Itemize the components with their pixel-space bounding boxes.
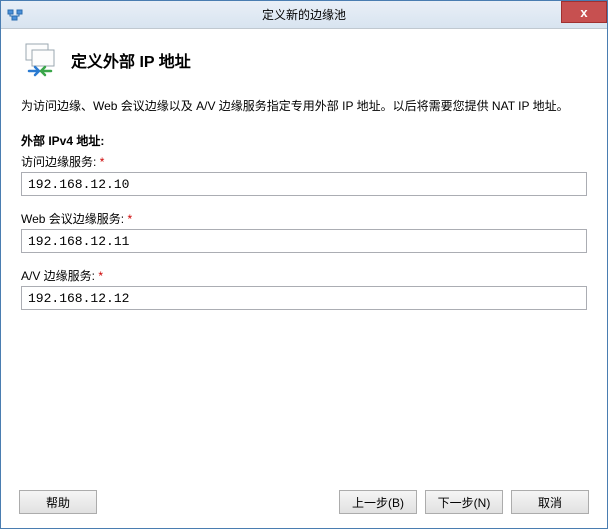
input-webconf-edge[interactable] (21, 229, 587, 253)
wizard-icon (21, 41, 59, 79)
required-mark: * (100, 155, 105, 169)
next-button[interactable]: 下一步(N) (425, 490, 503, 514)
help-button[interactable]: 帮助 (19, 490, 97, 514)
label-webconf-edge: Web 会议边缘服务: * (21, 210, 587, 227)
close-button[interactable]: x (561, 1, 607, 23)
label-access-edge: 访问边缘服务: * (21, 153, 587, 170)
section-title: 外部 IPv4 地址: (21, 132, 587, 149)
cancel-button[interactable]: 取消 (511, 490, 589, 514)
input-av-edge[interactable] (21, 286, 587, 310)
label-webconf-edge-text: Web 会议边缘服务: (21, 212, 124, 226)
label-av-edge-text: A/V 边缘服务: (21, 269, 95, 283)
title-bar: 定义新的边缘池 x (1, 1, 607, 29)
required-mark: * (127, 212, 132, 226)
app-icon (7, 7, 23, 23)
back-button[interactable]: 上一步(B) (339, 490, 417, 514)
dialog-content: 定义外部 IP 地址 为访问边缘、Web 会议边缘以及 A/V 边缘服务指定专用… (1, 29, 607, 528)
field-access-edge: 访问边缘服务: * (21, 153, 587, 196)
window-title: 定义新的边缘池 (1, 6, 607, 23)
field-av-edge: A/V 边缘服务: * (21, 267, 587, 310)
label-av-edge: A/V 边缘服务: * (21, 267, 587, 284)
page-heading: 定义外部 IP 地址 (71, 48, 191, 72)
description-text: 为访问边缘、Web 会议边缘以及 A/V 边缘服务指定专用外部 IP 地址。以后… (21, 97, 587, 114)
dialog-footer: 帮助 上一步(B) 下一步(N) 取消 (1, 480, 607, 528)
form-body: 为访问边缘、Web 会议边缘以及 A/V 边缘服务指定专用外部 IP 地址。以后… (1, 97, 607, 310)
page-header: 定义外部 IP 地址 (1, 29, 607, 97)
input-access-edge[interactable] (21, 172, 587, 196)
label-access-edge-text: 访问边缘服务: (21, 155, 96, 169)
field-webconf-edge: Web 会议边缘服务: * (21, 210, 587, 253)
required-mark: * (98, 269, 103, 283)
